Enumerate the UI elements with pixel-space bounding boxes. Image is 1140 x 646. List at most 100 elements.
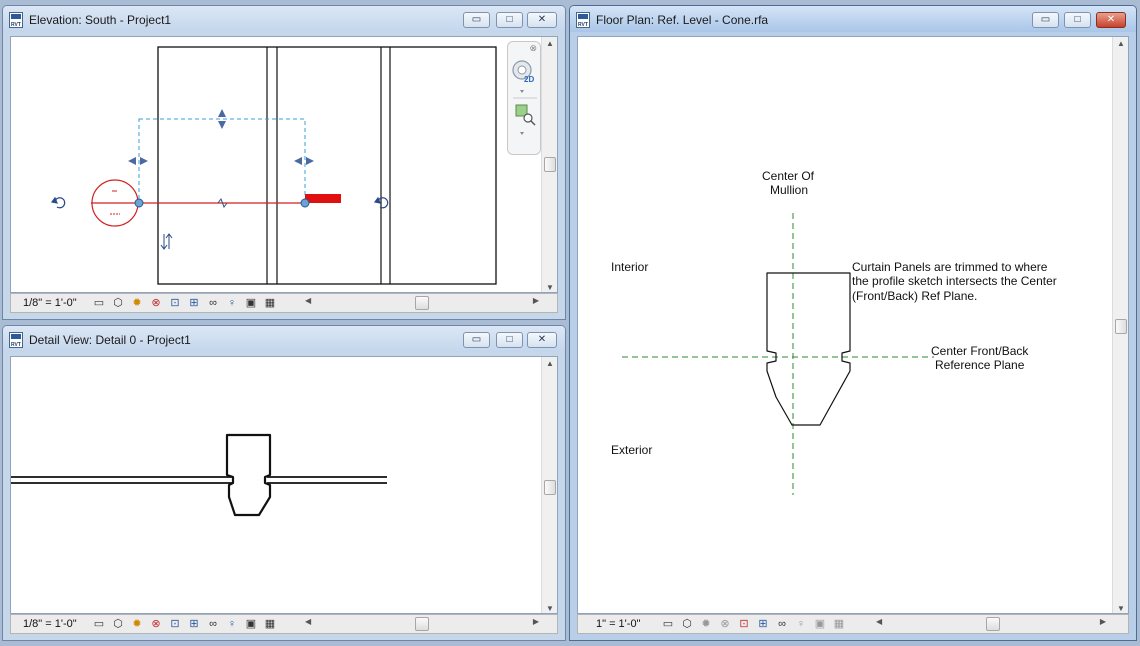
- scroll-left-icon[interactable]: ◀: [876, 617, 882, 626]
- scroll-thumb[interactable]: [544, 480, 556, 495]
- center-mullion-label-line1: Center Of: [762, 169, 815, 183]
- vertical-scrollbar[interactable]: ▲ ▼: [541, 357, 557, 613]
- visual-style-icon[interactable]: ⬡: [679, 617, 695, 632]
- visual-style-icon[interactable]: ⬡: [110, 617, 126, 632]
- crop-icon[interactable]: ⊡: [167, 617, 183, 632]
- maximize-button[interactable]: □: [1064, 12, 1091, 28]
- elevation-drawing[interactable]: [11, 37, 558, 293]
- navigation-bar[interactable]: ⊗ 2D: [507, 41, 541, 155]
- scroll-right-icon[interactable]: ▶: [533, 296, 539, 305]
- analysis-display-icon[interactable]: ▦: [262, 617, 278, 632]
- lightbulb-icon[interactable]: ♀: [224, 296, 240, 311]
- scroll-right-icon[interactable]: ▶: [533, 617, 539, 626]
- curtain-wall-outline: [157, 46, 497, 285]
- detail-drawing[interactable]: [11, 357, 558, 614]
- scroll-up-icon[interactable]: ▲: [542, 359, 557, 368]
- horizontal-scrollbar[interactable]: ◀ ▶: [874, 617, 1110, 632]
- scroll-thumb[interactable]: [544, 157, 556, 172]
- curtain-panel-line: [11, 476, 387, 484]
- scroll-left-icon[interactable]: ◀: [305, 617, 311, 626]
- lightbulb-icon[interactable]: ♀: [793, 617, 809, 632]
- note-text-line2: the profile sketch intersects the Center: [852, 274, 1057, 288]
- show-crop-icon[interactable]: ⊞: [186, 617, 202, 632]
- crop-icon[interactable]: ⊡: [736, 617, 752, 632]
- temporary-hide-icon[interactable]: ∞: [774, 617, 790, 632]
- scroll-up-icon[interactable]: ▲: [1113, 39, 1128, 48]
- sun-path-icon[interactable]: ✹: [129, 296, 145, 311]
- crop-icon[interactable]: ⊡: [167, 296, 183, 311]
- vertical-scrollbar[interactable]: ▲ ▼: [541, 37, 557, 292]
- navbar-tools[interactable]: 2D: [508, 42, 542, 156]
- scroll-down-icon[interactable]: ▼: [542, 604, 557, 613]
- worksharing-icon[interactable]: ▣: [812, 617, 828, 632]
- floorplan-canvas[interactable]: Center Of Mullion Interior Exterior Curt…: [577, 36, 1129, 614]
- ref-plane-label-line2: Reference Plane: [935, 358, 1025, 372]
- elevation-window[interactable]: RVT Elevation: South - Project1 ▭ □ ✕ ⊗ …: [2, 5, 566, 320]
- horizontal-scrollbar[interactable]: ◀ ▶: [303, 617, 543, 632]
- hscroll-thumb[interactable]: [415, 296, 429, 310]
- visual-style-icon[interactable]: ⬡: [110, 296, 126, 311]
- close-button[interactable]: ✕: [1096, 12, 1126, 28]
- worksharing-icon[interactable]: ▣: [243, 296, 259, 311]
- floorplan-window[interactable]: RVT Floor Plan: Ref. Level - Cone.rfa ▭ …: [569, 5, 1137, 641]
- scroll-down-icon[interactable]: ▼: [542, 283, 557, 292]
- detail-titlebar[interactable]: RVT Detail View: Detail 0 - Project1 ▭ □…: [3, 326, 565, 352]
- ref-plane-label-line1: Center Front/Back: [931, 344, 1029, 358]
- horizontal-drag-arrows-right: [294, 157, 314, 165]
- temporary-hide-icon[interactable]: ∞: [205, 617, 221, 632]
- minimize-button[interactable]: ▭: [1032, 12, 1059, 28]
- close-button[interactable]: ✕: [527, 12, 557, 28]
- note-text-line3: (Front/Back) Ref Plane.: [852, 289, 978, 303]
- detail-window[interactable]: RVT Detail View: Detail 0 - Project1 ▭ □…: [2, 325, 566, 641]
- elevation-title: Elevation: South - Project1: [29, 13, 172, 27]
- elevation-titlebar[interactable]: RVT Elevation: South - Project1 ▭ □ ✕: [3, 6, 565, 32]
- sun-path-icon[interactable]: ✹: [698, 617, 714, 632]
- interior-label: Interior: [611, 260, 649, 274]
- shadows-icon[interactable]: ⊗: [717, 617, 733, 632]
- wheel-2d-badge: 2D: [524, 75, 534, 84]
- shadows-icon[interactable]: ⊗: [148, 617, 164, 632]
- detail-level-icon[interactable]: ▭: [91, 296, 107, 311]
- shadows-icon[interactable]: ⊗: [148, 296, 164, 311]
- show-crop-icon[interactable]: ⊞: [755, 617, 771, 632]
- analysis-display-icon[interactable]: ▦: [831, 617, 847, 632]
- horizontal-drag-arrows-left: [128, 157, 148, 165]
- show-crop-icon[interactable]: ⊞: [186, 296, 202, 311]
- rotate-icon: [50, 196, 66, 209]
- view-tools: ▭ ⬡ ✹ ⊗ ⊡ ⊞ ∞ ♀ ▣ ▦: [660, 617, 847, 632]
- detail-level-icon[interactable]: ▭: [660, 617, 676, 632]
- detail-level-icon[interactable]: ▭: [91, 617, 107, 632]
- scroll-right-icon[interactable]: ▶: [1100, 617, 1106, 626]
- exterior-label: Exterior: [611, 443, 653, 457]
- elevation-canvas[interactable]: ⊗ 2D ▲ ▼: [10, 36, 558, 293]
- view-scale[interactable]: 1/8" = 1'-0": [23, 297, 77, 309]
- detail-canvas[interactable]: ▲ ▼: [10, 356, 558, 614]
- scroll-up-icon[interactable]: ▲: [542, 39, 557, 48]
- close-button[interactable]: ✕: [527, 332, 557, 348]
- temporary-hide-icon[interactable]: ∞: [205, 296, 221, 311]
- hscroll-thumb[interactable]: [986, 617, 1000, 631]
- revit-app-icon: RVT: [9, 12, 23, 28]
- view-scale[interactable]: 1/8" = 1'-0": [23, 618, 77, 630]
- profile-red-block: [305, 194, 341, 203]
- vertical-scrollbar[interactable]: ▲ ▼: [1112, 37, 1128, 613]
- view-scale[interactable]: 1" = 1'-0": [596, 618, 640, 630]
- zoom-region-icon: [515, 104, 536, 126]
- floorplan-drawing[interactable]: [578, 37, 1129, 614]
- minimize-button[interactable]: ▭: [463, 12, 490, 28]
- view-control-bar: 1/8" = 1'-0" ▭ ⬡ ✹ ⊗ ⊡ ⊞ ∞ ♀ ▣ ▦ ◀ ▶: [10, 614, 558, 634]
- sun-path-icon[interactable]: ✹: [129, 617, 145, 632]
- floorplan-titlebar[interactable]: RVT Floor Plan: Ref. Level - Cone.rfa ▭ …: [570, 6, 1136, 32]
- maximize-button[interactable]: □: [496, 332, 523, 348]
- view-tools: ▭ ⬡ ✹ ⊗ ⊡ ⊞ ∞ ♀ ▣ ▦: [91, 296, 278, 311]
- scroll-thumb[interactable]: [1115, 319, 1127, 334]
- hscroll-thumb[interactable]: [415, 617, 429, 631]
- minimize-button[interactable]: ▭: [463, 332, 490, 348]
- scroll-left-icon[interactable]: ◀: [305, 296, 311, 305]
- lightbulb-icon[interactable]: ♀: [224, 617, 240, 632]
- worksharing-icon[interactable]: ▣: [243, 617, 259, 632]
- maximize-button[interactable]: □: [496, 12, 523, 28]
- analysis-display-icon[interactable]: ▦: [262, 296, 278, 311]
- horizontal-scrollbar[interactable]: ◀ ▶: [303, 296, 543, 311]
- scroll-down-icon[interactable]: ▼: [1113, 604, 1128, 613]
